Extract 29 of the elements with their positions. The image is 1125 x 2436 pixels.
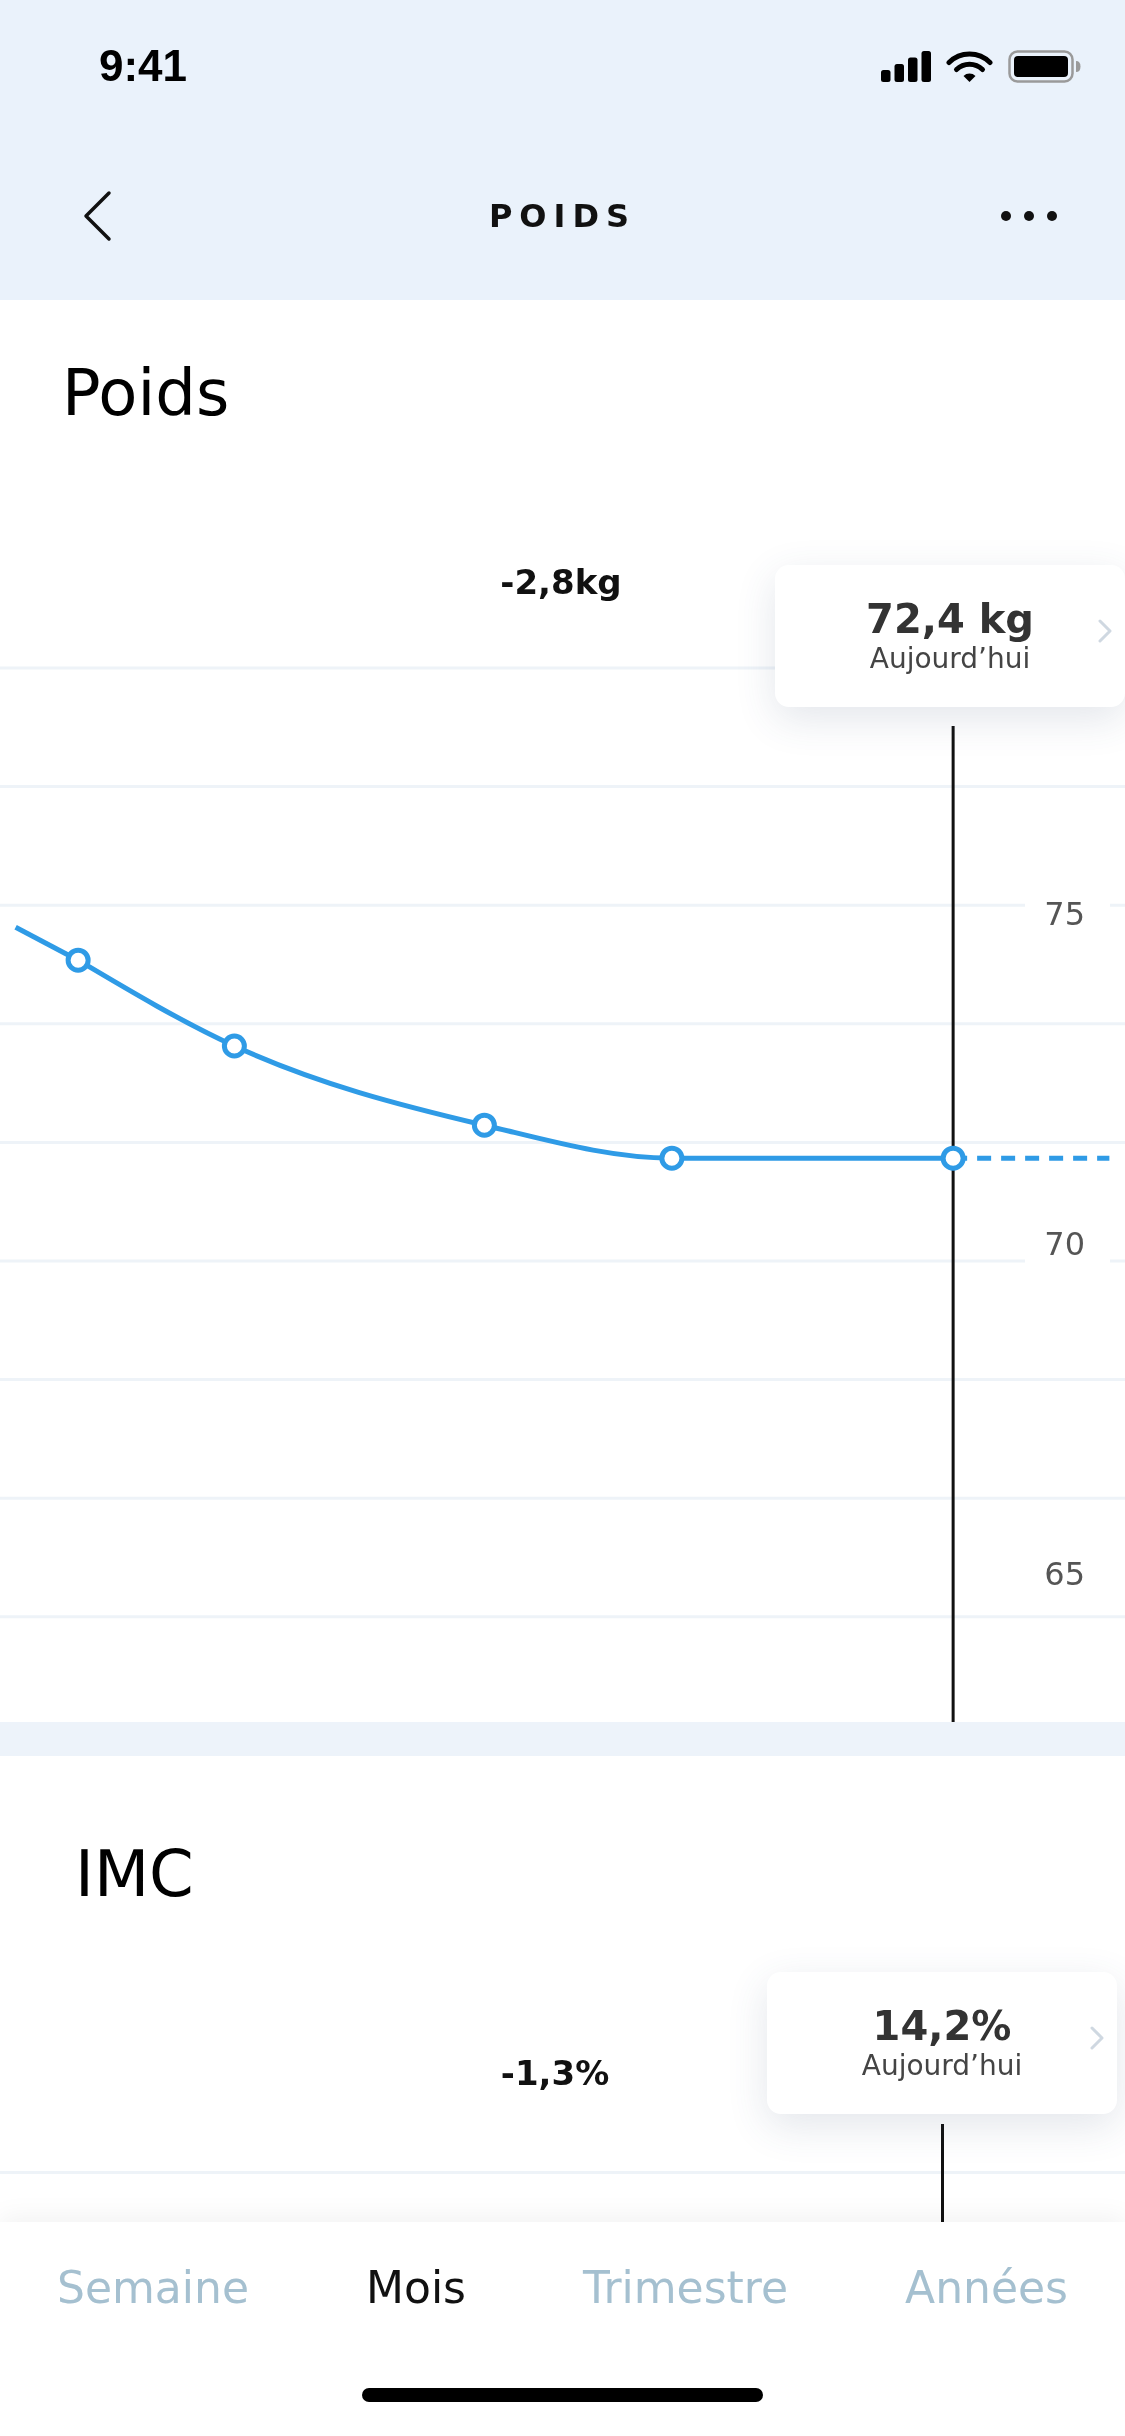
page-title: POIDS	[488, 196, 637, 236]
chevron-right-icon	[1089, 2026, 1105, 2050]
section-title: IMC	[75, 1836, 194, 1912]
data-point	[221, 1033, 247, 1059]
chevron-right-icon	[1097, 619, 1113, 643]
tooltip-value: 14,2%	[872, 2003, 1012, 2049]
tooltip-caption: Aujourd’hui	[869, 642, 1031, 676]
status-time: 9:41	[99, 41, 188, 91]
battery-icon	[1008, 49, 1081, 83]
section-title: Poids	[62, 355, 230, 431]
y-axis-tick-label: 65	[1044, 1555, 1085, 1593]
back-icon[interactable]	[82, 190, 112, 242]
y-axis-tick-label: 70	[1044, 1225, 1085, 1263]
period-tab[interactable]: Trimestre	[583, 2262, 789, 2314]
period-tab[interactable]: Mois	[366, 2262, 467, 2314]
signal-icon	[881, 50, 931, 82]
y-axis-tick-label: 75	[1044, 895, 1085, 933]
period-tab[interactable]: Années	[905, 2262, 1068, 2314]
data-point	[471, 1112, 497, 1138]
wifi-icon	[946, 50, 993, 82]
data-point	[659, 1145, 685, 1171]
more-icon[interactable]	[1001, 211, 1057, 221]
change-value: -2,8kg	[500, 561, 622, 603]
data-point	[65, 947, 91, 973]
change-value: -1,3%	[500, 2052, 610, 2094]
period-tab[interactable]: Semaine	[57, 2262, 249, 2314]
data-point	[940, 1145, 966, 1171]
tooltip-caption: Aujourd’hui	[861, 2049, 1023, 2083]
tooltip-value: 72,4 kg	[866, 596, 1034, 642]
